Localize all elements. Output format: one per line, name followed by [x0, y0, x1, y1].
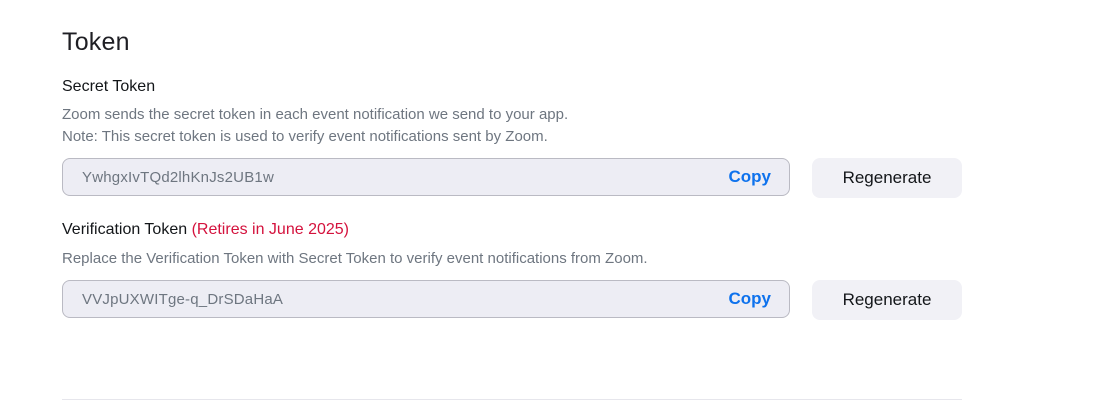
secret-token-field[interactable]: YwhgxIvTQd2lhKnJs2UB1w Copy — [62, 158, 790, 196]
verification-token-label-text: Verification Token — [62, 221, 188, 238]
verification-token-description: Replace the Verification Token with Secr… — [62, 250, 648, 267]
secret-token-description-line2: Note: This secret token is used to verif… — [62, 128, 548, 145]
verification-token-field[interactable]: VVJpUXWITge-q_DrSDaHaA Copy — [62, 280, 790, 318]
verification-token-label: Verification Token (Retires in June 2025… — [62, 220, 349, 240]
secret-token-copy-button[interactable]: Copy — [729, 159, 772, 195]
secret-token-description-line1: Zoom sends the secret token in each even… — [62, 106, 569, 123]
verification-token-retire-note: (Retires in June 2025) — [191, 221, 349, 238]
section-title: Token — [62, 28, 130, 56]
verification-token-regenerate-button[interactable]: Regenerate — [812, 280, 962, 320]
secret-token-label: Secret Token — [62, 77, 155, 97]
secret-token-label-text: Secret Token — [62, 78, 156, 95]
verification-token-value[interactable]: VVJpUXWITge-q_DrSDaHaA — [82, 281, 283, 319]
secret-token-regenerate-button[interactable]: Regenerate — [812, 158, 962, 198]
verification-token-copy-button[interactable]: Copy — [729, 281, 772, 317]
section-divider — [62, 399, 962, 400]
secret-token-value[interactable]: YwhgxIvTQd2lhKnJs2UB1w — [82, 159, 274, 197]
